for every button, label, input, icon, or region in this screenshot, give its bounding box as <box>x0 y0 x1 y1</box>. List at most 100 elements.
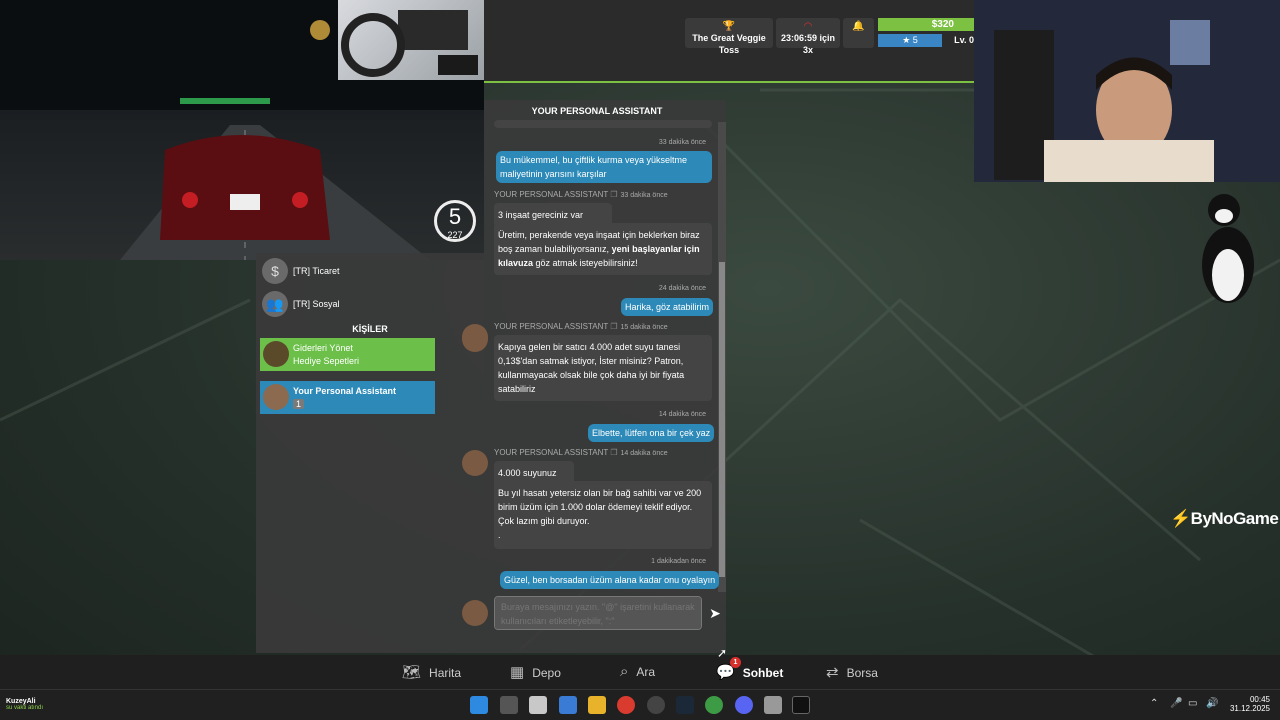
nav-label: Depo <box>532 666 561 680</box>
assistant-avatar <box>462 450 488 476</box>
nav-warehouse[interactable]: ▦ Depo <box>510 663 561 683</box>
notification-button[interactable]: 🔔 <box>843 18 874 48</box>
chrome-icon[interactable] <box>705 696 723 714</box>
send-icon: ➤ <box>709 605 721 621</box>
cat-overlay <box>1202 194 1254 303</box>
user-name: KuzeyAli <box>6 698 36 705</box>
message-sender: YOUR PERSONAL ASSISTANT ❐ 15 dakika önce <box>494 322 668 331</box>
bell-icon: 🔔 <box>852 21 865 32</box>
channel-label: [TR] Sosyal <box>293 299 340 309</box>
message-partial <box>494 120 712 128</box>
nav-chat[interactable]: 💬 Sohbet 1 <box>716 657 784 683</box>
task-view-icon[interactable] <box>500 696 518 714</box>
boost-timer: 23:06:59 için 3x <box>780 33 836 55</box>
contacts-section-title: KİŞİLER <box>352 324 388 334</box>
boost-timer-button[interactable]: ◠ 23:06:59 için 3x <box>776 18 840 55</box>
chat-title: YOUR PERSONAL ASSISTANT <box>531 106 663 116</box>
app-icon[interactable] <box>764 696 782 714</box>
nav-label: Sohbet <box>742 666 784 680</box>
money-balance: $320 <box>878 18 974 31</box>
sender-name: YOUR PERSONAL ASSISTANT <box>494 322 609 331</box>
player-level: Lv. 0 <box>954 35 974 45</box>
message-time: 1 dakikadan önce <box>651 558 706 565</box>
sender-time: 33 dakika önce <box>620 192 668 199</box>
user-status: su vakti atındı <box>6 705 44 711</box>
photos-icon[interactable] <box>559 696 577 714</box>
steam-icon[interactable] <box>676 696 694 714</box>
contact-name: Giderleri Yönet <box>293 343 353 353</box>
message-outgoing: Güzel, ben borsadan üzüm alana kadar onu… <box>500 571 720 589</box>
channel-social[interactable]: 👥 [TR] Sosyal <box>262 291 478 319</box>
discord-icon[interactable] <box>735 696 753 714</box>
chat-message-input[interactable] <box>494 596 702 630</box>
send-button[interactable]: ➤ <box>706 604 724 622</box>
taskbar-user-widget[interactable]: KuzeyAli su vakti atındı <box>6 698 43 711</box>
assistant-avatar <box>462 324 488 350</box>
wheel-camera <box>338 0 484 80</box>
event-name: The Great Veggie Toss <box>692 33 766 55</box>
sender-time: 14 dakika önce <box>620 450 668 457</box>
nav-map[interactable]: 🗺 Harita <box>402 663 461 683</box>
message-incoming: Bu yıl hasatı yetersiz olan bir bağ sahi… <box>494 481 712 549</box>
chrome-icon[interactable] <box>617 696 635 714</box>
message-sender: YOUR PERSONAL ASSISTANT ❐ 33 dakika önce <box>494 190 668 199</box>
chevron-up-icon[interactable]: ⌃ <box>1150 698 1158 709</box>
trophy-icon: 🏆 <box>722 21 736 32</box>
event-button[interactable]: 🏆 The Great Veggie Toss <box>685 18 773 55</box>
exchange-icon: ⇄ <box>826 664 839 681</box>
taskbar-clock[interactable]: 00:45 31.12.2025 <box>1226 695 1270 713</box>
copy-icon[interactable]: ❐ <box>610 190 617 199</box>
message-incoming: Üretim, perakende veya inşaat için bekle… <box>494 223 712 275</box>
contact-personal-assistant[interactable]: Your Personal Assistant 1 <box>260 381 435 414</box>
nav-search[interactable]: ⌕ Ara <box>620 663 655 683</box>
contact-subtitle: Hediye Sepetleri <box>293 356 360 366</box>
contact-manage-expenses[interactable]: Giderleri Yönet Hediye Sepetleri <box>260 338 435 371</box>
message-incoming: Kapıya gelen bir satıcı 4.000 adet suyu … <box>494 335 712 401</box>
network-icon[interactable]: ▭ <box>1188 698 1197 709</box>
copy-icon[interactable]: ❐ <box>610 448 617 457</box>
app-icon[interactable] <box>647 696 665 714</box>
folder-icon[interactable] <box>588 696 606 714</box>
volume-icon[interactable]: 🔊 <box>1206 698 1218 709</box>
channel-label: [TR] Ticaret <box>293 266 340 276</box>
copy-icon[interactable]: ❐ <box>610 322 617 331</box>
start-icon[interactable] <box>470 696 488 714</box>
contact-name: Your Personal Assistant <box>293 386 397 396</box>
message-text: göz atmak isteyebilirsiniz! <box>533 258 638 268</box>
microphone-icon[interactable]: 🎤 <box>1170 698 1182 709</box>
clock-time: 00:45 <box>1249 695 1270 704</box>
nav-label: Borsa <box>846 666 878 680</box>
star-rating: ★ 5 <box>878 34 942 47</box>
star-count: 5 <box>912 35 918 45</box>
app-icon[interactable] <box>529 696 547 714</box>
mouse-cursor: ➚ <box>717 646 728 660</box>
sender-time: 15 dakika önce <box>620 324 668 331</box>
game-icon[interactable] <box>792 696 810 714</box>
sender-name: YOUR PERSONAL ASSISTANT <box>494 448 609 457</box>
scroll-thumb[interactable] <box>719 262 725 577</box>
message-time: 24 dakika önce <box>658 285 706 292</box>
chat-window: YOUR PERSONAL ASSISTANT 33 dakika önce B… <box>462 100 726 653</box>
message-text: Bu yıl hasatı yetersiz olan bir bağ sahi… <box>498 488 702 526</box>
clock-date: 31.12.2025 <box>1229 704 1270 713</box>
user-avatar <box>462 600 488 626</box>
sender-name: YOUR PERSONAL ASSISTANT <box>494 190 609 199</box>
chat-scrollbar[interactable] <box>718 122 726 592</box>
message-time: 14 dakika önce <box>658 411 706 418</box>
windows-taskbar: KuzeyAli su vakti atındı ⌃ 🎤 ▭ 🔊 00:45 3… <box>0 689 1280 720</box>
channel-trade[interactable]: $ [TR] Ticaret <box>262 258 478 286</box>
people-icon: 👥 <box>262 291 288 317</box>
chat-channels-panel: $ [TR] Ticaret 👥 [TR] Sosyal KİŞİLER Gid… <box>256 253 484 653</box>
gift-basket-avatar <box>263 341 289 367</box>
money-bag-icon: $ <box>262 258 288 284</box>
unread-badge: 1 <box>293 399 305 409</box>
message-outgoing: Harika, göz atabilirim <box>621 298 714 316</box>
message-outgoing: Bu mükemmel, bu çiftlik kurma veya yükse… <box>496 151 712 183</box>
nav-exchange[interactable]: ⇄ Borsa <box>826 663 878 683</box>
message-time: 33 dakika önce <box>658 139 706 146</box>
nav-label: Ara <box>636 665 656 679</box>
assistant-avatar <box>263 384 289 410</box>
watermark-text: ByNoGame <box>1190 509 1279 528</box>
message-outgoing: Elbette, lütfen ona bir çek yaz <box>588 424 715 442</box>
bottom-navigation: 🗺 Harita ▦ Depo ⌕ Ara 💬 Sohbet 1 ⇄ Borsa <box>0 655 1280 689</box>
